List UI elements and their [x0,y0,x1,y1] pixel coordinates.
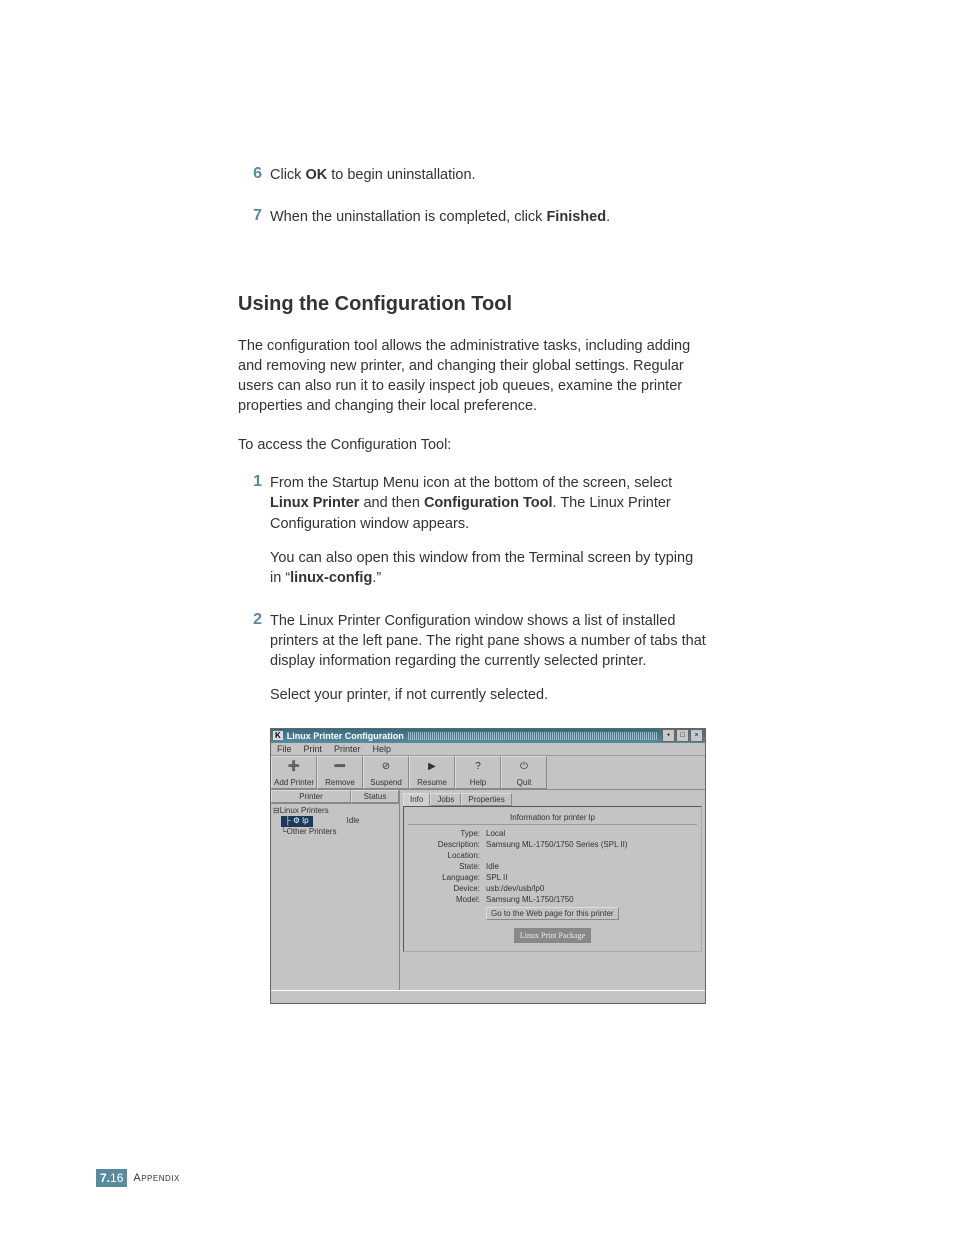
add-printer-button[interactable]: ➕Add Printer [271,756,317,789]
col-printer[interactable]: Printer [271,790,351,803]
add-printer-button-icon: ➕ [288,757,300,778]
intro-paragraph: The configuration tool allows the admini… [238,336,708,417]
info-row: Location: [408,850,697,861]
step-text: When the uninstallation is completed, cl… [270,207,610,227]
step-text: From the Startup Menu icon at the bottom… [270,473,708,588]
titlebar-hatch [408,732,657,740]
help-button-icon: ? [475,757,481,778]
step-text: The Linux Printer Configuration window s… [270,611,708,706]
access-paragraph: To access the Configuration Tool: [238,435,708,455]
go-to-web-button[interactable]: Go to the Web page for this printer [486,907,619,920]
step-number: 7 [238,207,270,227]
tab-info[interactable]: Info [403,793,430,806]
kde-icon: K [273,731,283,740]
step-text: Click OK to begin uninstallation. [270,165,476,185]
step-1: 1 From the Startup Menu icon at the bott… [238,473,708,588]
maximize-icon[interactable]: □ [676,729,689,742]
toolbar: ➕Add Printer➖Remove⊘Suspend▶Resume?Help⏻… [271,756,705,790]
tab-jobs[interactable]: Jobs [430,793,461,806]
step-number: 2 [238,611,270,706]
statusbar [271,990,705,1003]
linux-print-package-logo: Linux Print Package [408,928,697,943]
suspend-button-icon: ⊘ [382,757,390,778]
info-row: Language:SPL II [408,872,697,883]
menu-print[interactable]: Print [304,744,323,754]
step-number: 6 [238,165,270,185]
resume-button[interactable]: ▶Resume [409,756,455,789]
tree-other[interactable]: └ Other Printers [281,827,397,837]
help-button[interactable]: ?Help [455,756,501,789]
step-7: 7 When the uninstallation is completed, … [238,207,708,227]
quit-button-icon: ⏻ [520,757,528,778]
details-pane: Info Jobs Properties Information for pri… [400,790,705,990]
menubar: File Print Printer Help [271,743,705,756]
printer-list-pane: Printer Status ⊟ Linux Printers ├ ⚙ lp I… [271,790,400,990]
menu-printer[interactable]: Printer [334,744,361,754]
minimize-icon[interactable]: • [662,729,675,742]
tree-selected-printer[interactable]: ├ ⚙ lp Idle [281,816,397,826]
tree-root[interactable]: ⊟ Linux Printers [273,806,397,816]
section-heading: Using the Configuration Tool [238,293,708,316]
menu-help[interactable]: Help [373,744,392,754]
menu-file[interactable]: File [277,744,292,754]
page-footer: 7.16 Appendix [96,1169,180,1187]
step-2: 2 The Linux Printer Configuration window… [238,611,708,706]
suspend-button[interactable]: ⊘Suspend [363,756,409,789]
close-icon[interactable]: × [690,729,703,742]
remove-button[interactable]: ➖Remove [317,756,363,789]
info-row: Description:Samsung ML-1750/1750 Series … [408,839,697,850]
window-title: Linux Printer Configuration [287,731,404,741]
step-number: 1 [238,473,270,588]
info-row: State:Idle [408,861,697,872]
quit-button[interactable]: ⏻Quit [501,756,547,789]
linux-printer-config-window: K Linux Printer Configuration • □ × File… [270,728,706,1004]
info-row: Type:Local [408,828,697,839]
info-title: Information for printer lp [408,811,697,825]
footer-label: Appendix [133,1172,179,1184]
remove-button-icon: ➖ [334,757,346,778]
info-row: Device:usb:/dev/usb/lp0 [408,883,697,894]
tab-properties[interactable]: Properties [461,793,511,806]
col-status[interactable]: Status [351,790,399,803]
window-titlebar: K Linux Printer Configuration • □ × [271,729,705,743]
resume-button-icon: ▶ [428,757,436,778]
info-row: Model:Samsung ML-1750/1750 [408,894,697,905]
step-6: 6 Click OK to begin uninstallation. [238,165,708,185]
